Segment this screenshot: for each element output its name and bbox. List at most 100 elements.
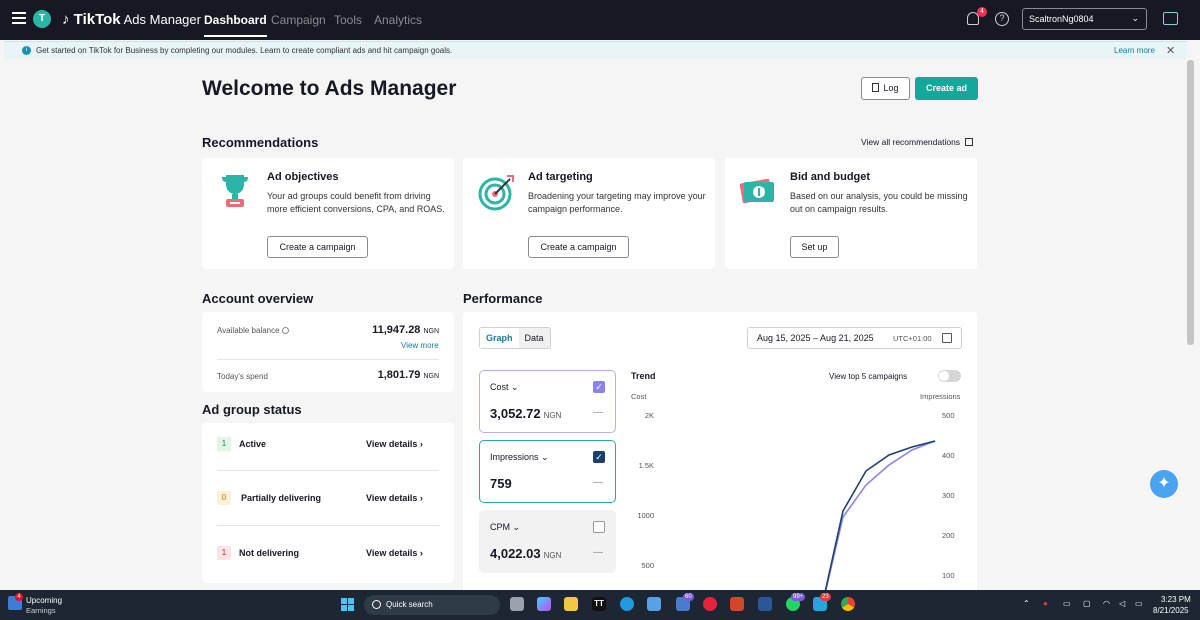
series-line-cost (825, 440, 936, 590)
status-active-label: Active (239, 439, 267, 449)
help-icon[interactable]: ? (995, 12, 1009, 26)
nav-analytics[interactable]: Analytics (374, 13, 422, 27)
close-icon[interactable]: ✕ (1166, 44, 1175, 57)
active-count-badge: 1 (217, 437, 231, 451)
divider (217, 359, 439, 360)
app-tray-icon[interactable]: ● (1043, 599, 1048, 608)
windows-taskbar: 4 Upcoming Earnings Quick search TT 60 9… (0, 590, 1200, 620)
rec-description: Broadening your targeting may improve yo… (528, 191, 706, 214)
info-message: Get started on TikTok for Business by co… (36, 46, 453, 55)
divider (217, 470, 439, 471)
task-view-icon[interactable] (510, 597, 524, 611)
account-selector[interactable]: ScaltronNg0804 ⌄ (1022, 8, 1147, 30)
top-campaigns-label: View top 5 campaigns (829, 372, 908, 381)
set-up-button[interactable]: Set up (790, 236, 839, 258)
windows-start-icon[interactable] (341, 598, 354, 611)
y-tick-label: 2K (645, 411, 654, 420)
clock-time[interactable]: 3:23 PM (1161, 595, 1191, 604)
chrome-icon[interactable] (841, 597, 855, 611)
widgets-badge: 4 (15, 593, 23, 601)
view-more-link[interactable]: View more (401, 341, 439, 350)
info-icon: i (22, 46, 31, 55)
checkbox-checked[interactable]: ✓ (593, 451, 605, 463)
tab-graph[interactable]: Graph (480, 328, 519, 348)
search-icon (372, 600, 381, 609)
learn-more-link[interactable]: Learn more (1114, 46, 1155, 55)
nav-dashboard[interactable]: Dashboard (204, 13, 267, 37)
create-campaign-button[interactable]: Create a campaign (528, 236, 629, 258)
powerpoint-icon[interactable] (730, 597, 744, 611)
edge-icon[interactable] (620, 597, 634, 611)
rec-title: Ad objectives (267, 171, 339, 183)
volume-icon[interactable]: ◁ (1119, 599, 1125, 608)
tiktok-app-icon[interactable]: TT (592, 597, 606, 611)
create-ad-button[interactable]: Create ad (915, 77, 978, 100)
metric-value: 3,052.72 NGN (490, 406, 562, 421)
performance-heading: Performance (463, 291, 543, 306)
status-not-delivering-label: Not delivering (239, 548, 300, 558)
todays-spend-value: 1,801.79 NGN (377, 369, 439, 381)
tab-data[interactable]: Data (519, 328, 550, 348)
info-banner: i Get started on TikTok for Business by … (4, 41, 1187, 59)
widget-title[interactable]: Upcoming (26, 596, 62, 605)
battery-icon[interactable]: ▭ (1135, 599, 1143, 608)
chevron-up-icon[interactable]: ⌃ (1023, 599, 1030, 608)
store-icon[interactable] (1163, 12, 1178, 25)
rec-description: Your ad groups could benefit from drivin… (267, 191, 445, 214)
store-app-icon[interactable] (647, 597, 661, 611)
left-axis-title: Cost (631, 392, 647, 401)
nav-campaign[interactable]: Campaign (271, 13, 326, 27)
avatar[interactable]: T (33, 10, 51, 28)
view-all-recommendations-link[interactable]: View all recommendations (861, 137, 974, 147)
metric-label: Impressions ⌄ (490, 452, 549, 462)
metric-card-cost[interactable]: Cost ⌄ ✓ 3,052.72 NGN — (479, 370, 616, 433)
brand-sub: Ads Manager (123, 12, 201, 27)
view-details-partial[interactable]: View details › (366, 493, 423, 503)
top-navigation-bar: T ♪ TikTok Ads Manager Dashboard Campaign… (0, 0, 1200, 40)
keyboard-icon[interactable]: ▭ (1063, 599, 1071, 608)
log-button[interactable]: Log (861, 77, 910, 100)
ad-group-status-heading: Ad group status (202, 402, 302, 417)
view-details-active[interactable]: View details › (366, 439, 423, 449)
file-explorer-icon[interactable] (564, 597, 578, 611)
menu-icon[interactable] (12, 12, 26, 24)
money-icon (739, 178, 774, 204)
y2-tick-label: 400 (942, 451, 955, 460)
calendar-icon (942, 333, 952, 343)
telegram-badge: 23 (820, 593, 831, 601)
y-tick-label: 1000 (637, 511, 654, 520)
word-icon[interactable] (758, 597, 772, 611)
view-details-not-delivering[interactable]: View details › (366, 548, 423, 558)
metric-label: CPM ⌄ (490, 522, 521, 532)
account-name: ScaltronNg0804 (1029, 14, 1094, 24)
opera-icon[interactable] (703, 597, 717, 611)
checkbox-unchecked[interactable] (593, 521, 605, 533)
scrollbar[interactable] (1187, 60, 1194, 345)
create-campaign-button[interactable]: Create a campaign (267, 236, 368, 258)
display-icon[interactable]: ▢ (1083, 599, 1091, 608)
info-icon (281, 327, 289, 334)
available-balance-value: 11,947.28 NGN (372, 324, 439, 336)
wifi-icon[interactable]: ◠ (1103, 599, 1110, 608)
assistant-button[interactable]: ✦ (1150, 470, 1178, 498)
view-toggle: Graph Data (479, 327, 551, 349)
metric-label: Cost ⌄ (490, 382, 519, 392)
teams-badge: 60 (683, 593, 694, 601)
copilot-icon[interactable] (537, 597, 551, 611)
metric-card-cpm[interactable]: CPM ⌄ 4,022.03 NGN — (479, 510, 616, 573)
search-label: Quick search (386, 600, 433, 609)
account-overview-heading: Account overview (202, 291, 314, 306)
trend-chart: 2K 1.5K 1000 500 500 400 300 200 100 (637, 411, 955, 590)
taskbar-search[interactable]: Quick search (364, 595, 500, 615)
clock-date[interactable]: 8/21/2025 (1153, 606, 1189, 615)
tiktok-ads-manager-logo[interactable]: ♪ TikTok Ads Manager (62, 11, 201, 28)
not-delivering-count-badge: 1 (217, 546, 231, 560)
checkbox-checked[interactable]: ✓ (593, 381, 605, 393)
rec-title: Ad targeting (528, 171, 593, 183)
metric-card-impressions[interactable]: Impressions ⌄ ✓ 759 — (479, 440, 616, 503)
y-tick-label: 1.5K (639, 461, 654, 470)
top-campaigns-toggle[interactable] (938, 370, 961, 382)
date-range-picker[interactable]: Aug 15, 2025 – Aug 21, 2025 UTC+01:00 (747, 327, 962, 349)
nav-tools[interactable]: Tools (334, 13, 362, 27)
notification-badge: 4 (977, 7, 987, 17)
